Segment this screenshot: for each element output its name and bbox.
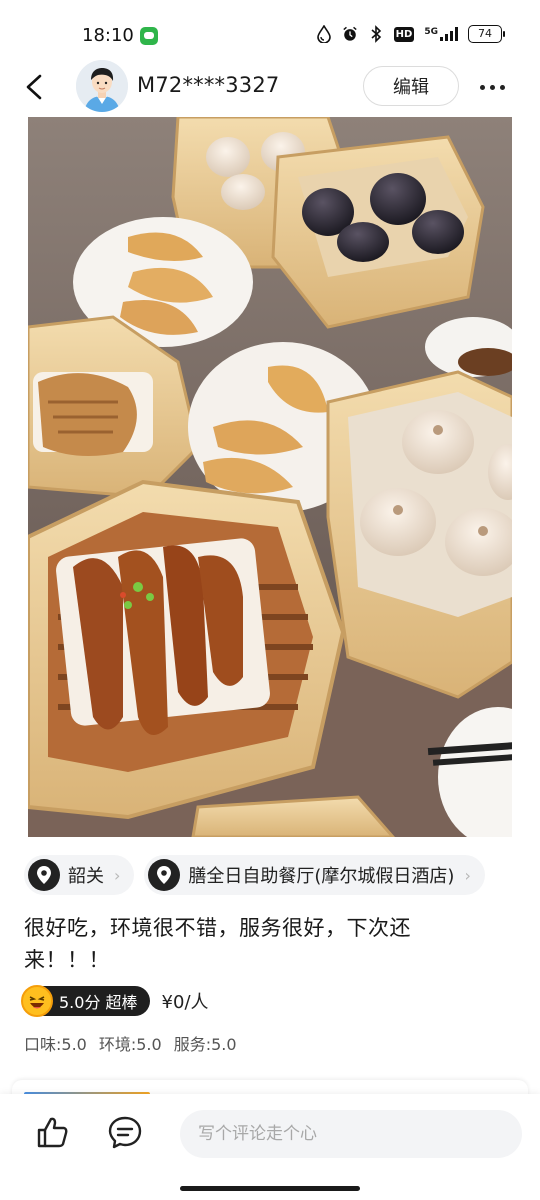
more-options-button[interactable] [474, 75, 510, 99]
score-badge: 5.0分 超棒 [21, 985, 150, 1017]
signal-icon: 5G [424, 27, 458, 41]
location-pin-icon [28, 859, 60, 891]
chevron-right-icon: › [114, 865, 121, 885]
home-indicator[interactable] [180, 1186, 360, 1191]
score-label: 5.0分 超棒 [59, 993, 138, 1012]
taste-score: 口味:5.0 [24, 1035, 87, 1054]
like-button[interactable] [34, 1114, 72, 1152]
environment-score: 环境:5.0 [98, 1035, 162, 1054]
wechat-notification-icon [140, 27, 158, 45]
review-photo[interactable] [28, 117, 512, 837]
bluetooth-icon [371, 25, 381, 43]
restaurant-tag-label: 膳全日自助餐厅(摩尔城假日酒店) [188, 866, 455, 887]
status-time: 18:10 [82, 25, 134, 46]
city-tag[interactable]: 韶关 › [24, 855, 135, 895]
back-arrow-icon [26, 74, 42, 100]
back-button[interactable] [16, 70, 52, 104]
hd-badge: HD [393, 26, 415, 42]
user-avatar-icon [76, 60, 128, 112]
sub-scores: 口味:5.0 环境:5.0 服务:5.0 [24, 1031, 237, 1055]
laughing-emoji-icon [21, 985, 53, 1017]
water-drop-icon [316, 25, 331, 43]
city-tag-label: 韶关 [68, 866, 104, 887]
alarm-icon [342, 26, 357, 41]
edit-button[interactable]: 编辑 [363, 66, 459, 106]
username[interactable]: M72****3327 [137, 73, 279, 97]
thumbs-up-icon [37, 1117, 68, 1148]
location-tags: 韶关 › 膳全日自助餐厅(摩尔城假日酒店) › [24, 855, 485, 895]
comment-input[interactable] [180, 1110, 522, 1158]
dim-sum-photo-image [28, 117, 512, 837]
status-icons: HD 5G 74 [316, 25, 505, 43]
location-pin-icon [148, 859, 181, 891]
avatar[interactable] [76, 60, 128, 112]
more-dot-icon [479, 84, 485, 90]
header: M72****3327 编辑 [0, 58, 540, 116]
comment-button[interactable] [106, 1114, 144, 1152]
comment-bubble-icon [108, 1116, 142, 1149]
review-text: 很好吃，环境很不错，服务很好，下次还来！！！ [24, 916, 411, 972]
bottom-bar [0, 1094, 540, 1200]
price-per-person: ¥0/人 [161, 992, 209, 1013]
rating-row: 5.0分 超棒 ¥0/人 [21, 985, 209, 1017]
service-score: 服务:5.0 [173, 1035, 237, 1054]
battery-icon: 74 [468, 25, 505, 43]
chevron-right-icon: › [464, 865, 471, 885]
restaurant-tag[interactable]: 膳全日自助餐厅(摩尔城假日酒店) › [144, 855, 485, 895]
